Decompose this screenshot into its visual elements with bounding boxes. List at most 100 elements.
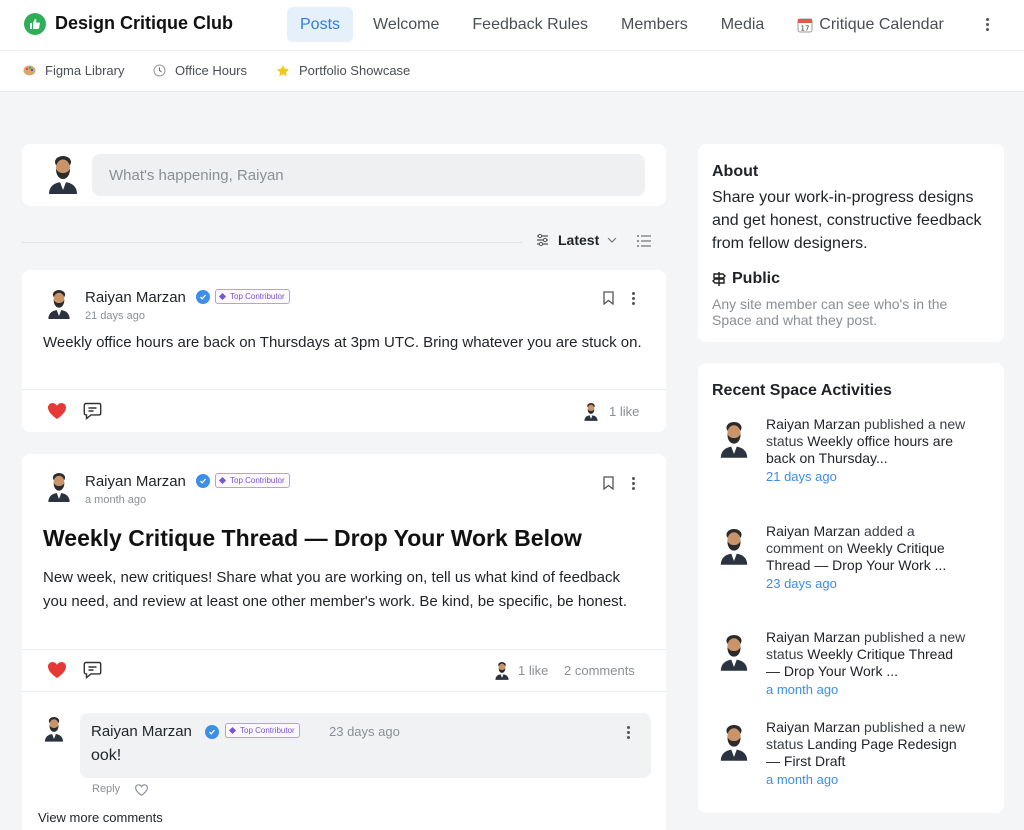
quick-link-portfolio-showcase[interactable]: Portfolio Showcase (276, 63, 410, 78)
activity-actor[interactable]: Raiyan Marzan (766, 523, 860, 539)
comment-icon[interactable] (83, 402, 102, 425)
list-view-icon[interactable] (636, 234, 652, 253)
post-body: New week, new critiques! Share what you … (43, 569, 628, 610)
tab-members[interactable]: Members (608, 7, 701, 42)
post-body: Weekly office hours are back on Thursday… (43, 334, 642, 351)
main-tabs: Posts Welcome Feedback Rules Members Med… (287, 7, 964, 42)
heart-filled-icon[interactable] (47, 661, 67, 684)
post-composer: What's happening, Raiyan (22, 144, 666, 206)
verified-badge-icon (205, 725, 219, 739)
about-card: About Share your work-in-progress design… (698, 144, 1004, 342)
activity-actor[interactable]: Raiyan Marzan (766, 719, 860, 735)
activity-time[interactable]: 21 days ago (766, 468, 966, 485)
signpost-icon (712, 271, 726, 287)
recent-activities-card: Recent Space Activities Raiyan Marzan pu… (698, 363, 1004, 813)
activity-text: Raiyan Marzan published a new status Lan… (766, 719, 966, 788)
activity-text: Raiyan Marzan published a new status Wee… (766, 629, 966, 698)
top-navigation-bar: Design Critique Club Posts Welcome Feedb… (0, 0, 1024, 50)
activity-time[interactable]: 23 days ago (766, 575, 966, 592)
post-author-name[interactable]: Raiyan Marzan (85, 289, 186, 306)
comment-icon[interactable] (83, 661, 102, 684)
about-heading: About (712, 163, 759, 180)
svg-text:17: 17 (801, 24, 810, 32)
view-more-comments-link[interactable]: View more comments (38, 810, 163, 825)
diamond-icon (218, 292, 227, 301)
calendar-icon: 17 (797, 17, 813, 33)
post-author-name[interactable]: Raiyan Marzan (85, 473, 186, 490)
post-timestamp[interactable]: a month ago (85, 494, 146, 506)
avatar[interactable] (46, 152, 80, 194)
avatar[interactable] (46, 470, 72, 502)
public-label: Public (732, 270, 781, 287)
activity-time[interactable]: a month ago (766, 681, 966, 698)
tab-label: Critique Calendar (819, 15, 944, 33)
top-contributor-badge: Top Contributor (215, 473, 290, 488)
tab-feedback-rules[interactable]: Feedback Rules (459, 7, 601, 42)
reply-link[interactable]: Reply (92, 783, 120, 795)
site-title[interactable]: Design Critique Club (55, 13, 233, 34)
quick-link-label: Portfolio Showcase (299, 63, 411, 78)
comment-bubble: Raiyan Marzan Top Contributor 23 days ag… (80, 713, 651, 778)
liker-avatar[interactable] (583, 401, 599, 421)
avatar[interactable] (46, 287, 72, 319)
badge-label: Top Contributor (230, 476, 285, 485)
verified-badge-icon (196, 474, 210, 488)
palette-icon (22, 64, 36, 78)
quick-link-label: Office Hours (175, 63, 248, 78)
star-icon (276, 64, 290, 78)
diamond-icon (228, 726, 237, 735)
heart-outline-icon[interactable] (135, 783, 148, 801)
bookmark-icon[interactable] (603, 476, 614, 495)
tab-critique-calendar[interactable]: 17 Critique Calendar (784, 7, 957, 42)
activity-text: Raiyan Marzan added a comment on Weekly … (766, 523, 966, 592)
comment-options-icon[interactable] (623, 724, 633, 740)
badge-label: Top Contributor (240, 726, 295, 735)
liker-avatar[interactable] (494, 660, 510, 680)
status-composer-input[interactable]: What's happening, Raiyan (92, 154, 645, 196)
filter-sliders-icon (536, 234, 549, 246)
avatar[interactable] (718, 719, 750, 763)
about-description: Share your work-in-progress designs and … (712, 189, 982, 252)
tab-media[interactable]: Media (708, 7, 778, 42)
commenter-avatar[interactable] (43, 712, 65, 744)
comments-count[interactable]: 2 comments (564, 663, 635, 678)
heart-filled-icon[interactable] (47, 402, 67, 425)
diamond-icon (218, 476, 227, 485)
public-description: Any site member can see who's in the Spa… (712, 296, 948, 328)
quick-link-office-hours[interactable]: Office Hours (152, 63, 247, 78)
chevron-down-icon (607, 237, 617, 243)
tab-welcome[interactable]: Welcome (360, 7, 452, 42)
divider (22, 242, 522, 243)
avatar[interactable] (718, 523, 750, 567)
badge-label: Top Contributor (230, 292, 285, 301)
activities-heading: Recent Space Activities (712, 382, 892, 399)
post-timestamp[interactable]: 21 days ago (85, 310, 145, 322)
more-options-icon[interactable] (979, 14, 995, 34)
divider (22, 691, 666, 692)
quick-link-figma-library[interactable]: Figma Library (22, 63, 124, 78)
sort-dropdown[interactable]: Latest (536, 232, 617, 248)
quick-links-bar: Figma Library Office Hours Portfolio Sho… (0, 50, 1024, 92)
comment-text: ook! (91, 747, 122, 764)
comment-author-name[interactable]: Raiyan Marzan (91, 723, 192, 740)
comment-timestamp[interactable]: 23 days ago (329, 724, 400, 739)
clock-icon (152, 64, 166, 78)
tab-posts[interactable]: Posts (287, 7, 354, 42)
avatar[interactable] (718, 416, 750, 460)
avatar[interactable] (718, 629, 750, 673)
sort-label: Latest (558, 232, 600, 248)
public-heading: Public (712, 270, 780, 288)
quick-link-label: Figma Library (45, 63, 125, 78)
likes-count[interactable]: 1 like (609, 404, 639, 419)
post-options-icon[interactable] (628, 475, 638, 491)
activity-time[interactable]: a month ago (766, 771, 966, 788)
post-title[interactable]: Weekly Critique Thread — Drop Your Work … (43, 525, 582, 552)
thumbs-up-logo-icon (24, 13, 46, 35)
likes-count[interactable]: 1 like (518, 663, 548, 678)
activity-actor[interactable]: Raiyan Marzan (766, 416, 860, 432)
feed-sort-bar: Latest (22, 226, 666, 258)
post-options-icon[interactable] (628, 290, 638, 306)
bookmark-icon[interactable] (603, 291, 614, 310)
activity-actor[interactable]: Raiyan Marzan (766, 629, 860, 645)
top-contributor-badge: Top Contributor (225, 723, 300, 738)
